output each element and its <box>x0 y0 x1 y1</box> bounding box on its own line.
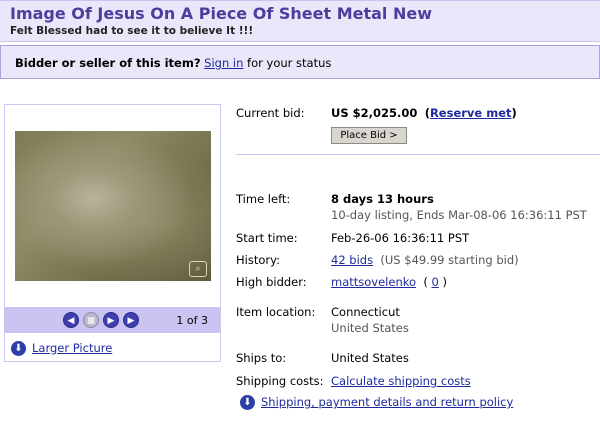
shipping-policy-link[interactable]: Shipping, payment details and return pol… <box>261 395 513 409</box>
starting-bid-note: (US $49.99 starting bid) <box>380 253 519 267</box>
arrow-down-icon: ⬇ <box>240 395 255 410</box>
score-paren-close: ) <box>442 275 447 289</box>
calculate-shipping-link[interactable]: Calculate shipping costs <box>331 374 471 388</box>
score-paren-open: ( <box>423 275 428 289</box>
current-bid-value: US $2,025.00 <box>331 106 418 120</box>
high-bidder-link[interactable]: mattsovelenko <box>331 275 416 289</box>
details-divider <box>236 154 600 155</box>
picture-panel: ⌕ ◀ ■ ▶ ▶ 1 of 3 ⬇ Larger Picture <box>4 104 221 362</box>
picture-nav-bar: ◀ ■ ▶ ▶ 1 of 3 <box>5 307 220 333</box>
item-title: Image Of Jesus On A Piece Of Sheet Metal… <box>10 4 432 23</box>
shipping-policy[interactable]: ⬇ Shipping, payment details and return po… <box>240 395 513 410</box>
time-left-value: 8 days 13 hours <box>331 192 434 206</box>
arrow-down-icon: ⬇ <box>11 341 26 356</box>
ships-to-value: United States <box>331 351 409 365</box>
reserve-paren-close: ) <box>511 106 517 120</box>
sign-in-link[interactable]: Sign in <box>204 56 243 70</box>
prev-icon[interactable]: ◀ <box>63 312 79 328</box>
current-bid-label: Current bid: <box>236 106 305 120</box>
history-label: History: <box>236 253 280 267</box>
place-bid-button[interactable]: Place Bid > <box>331 127 407 144</box>
item-location-line2: United States <box>331 321 409 335</box>
item-location-label: Item location: <box>236 305 316 319</box>
high-bidder-label: High bidder: <box>236 275 307 289</box>
calculate-shipping-text[interactable]: Calculate shipping costs <box>331 374 471 388</box>
larger-picture-link[interactable]: Larger Picture <box>32 341 112 355</box>
feedback-score-link[interactable]: 0 <box>432 275 439 289</box>
shipping-costs-label: Shipping costs: <box>236 374 324 388</box>
ships-to-label: Ships to: <box>236 351 287 365</box>
title-bar: Image Of Jesus On A Piece Of Sheet Metal… <box>0 0 600 42</box>
status-suffix: for your status <box>247 56 332 70</box>
bid-history-link[interactable]: 42 bids <box>331 253 373 267</box>
stop-icon[interactable]: ■ <box>83 312 99 328</box>
next-icon[interactable]: ▶ <box>123 312 139 328</box>
status-text: Bidder or seller of this item? Sign in f… <box>15 56 331 70</box>
current-bid-row: US $2,025.00 (Reserve met) <box>331 106 517 120</box>
item-subtitle: Felt Blessed had to see it to believe It… <box>10 25 254 37</box>
high-bidder-row: mattsovelenko ( 0 ) <box>331 275 447 289</box>
reserve-met-link[interactable]: Reserve met <box>430 106 512 120</box>
start-time-value: Feb-26-06 16:36:11 PST <box>331 231 470 245</box>
item-location-line1: Connecticut <box>331 305 400 319</box>
status-bar: Bidder or seller of this item? Sign in f… <box>0 45 600 79</box>
listing-info: 10-day listing, Ends Mar-08-06 16:36:11 … <box>331 208 587 222</box>
larger-picture[interactable]: ⬇ Larger Picture <box>11 341 112 356</box>
status-prefix: Bidder or seller of this item? <box>15 56 201 70</box>
item-photo[interactable]: ⌕ <box>15 131 211 281</box>
zoom-badge-icon: ⌕ <box>189 261 207 277</box>
history-row: 42 bids (US $49.99 starting bid) <box>331 253 519 267</box>
play-icon[interactable]: ▶ <box>103 312 119 328</box>
page-count: 1 of 3 <box>176 314 208 327</box>
start-time-label: Start time: <box>236 231 298 245</box>
time-left-label: Time left: <box>236 192 291 206</box>
